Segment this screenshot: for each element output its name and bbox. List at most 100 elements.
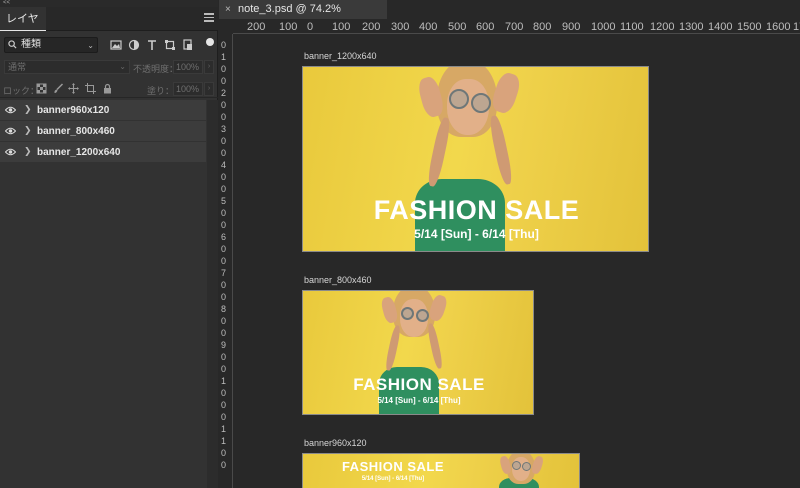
chevron-down-icon: ⌄	[87, 41, 94, 50]
visibility-eye-icon[interactable]	[5, 148, 16, 156]
banner-title[interactable]: FASHION SALE	[303, 459, 483, 474]
blend-row: 通常 ⌄ 不透明度： 100% ›	[0, 58, 218, 76]
ruler-digit: 0	[221, 280, 227, 290]
ruler-digit: 0	[221, 352, 227, 362]
ruler-digit: 0	[221, 184, 227, 194]
image-filter-icon[interactable]	[110, 39, 122, 51]
artboard-label[interactable]: banner_800x460	[304, 275, 372, 285]
ruler-tick: 300	[391, 21, 410, 33]
document-canvas[interactable]: banner_1200x640 FASHION SALE 5/14 [Sun] …	[234, 35, 800, 488]
ruler-tick: 700	[505, 21, 524, 33]
ruler-digit: 0	[221, 244, 227, 254]
layer-list: ❯ banner960x120 ❯ banner_800x460 ❯ banne…	[0, 100, 206, 163]
ruler-digit: 0	[221, 136, 227, 146]
ruler-digit: 0	[221, 64, 227, 74]
ruler-digit: 3	[221, 124, 227, 134]
ruler-digit: 0	[221, 388, 227, 398]
filter-kind-select[interactable]: 種類 ⌄	[4, 37, 98, 53]
adjustment-filter-icon[interactable]	[128, 39, 140, 51]
ruler-tick: 900	[562, 21, 581, 33]
ruler-digit: 1	[221, 436, 227, 446]
ruler-tick: 500	[448, 21, 467, 33]
opacity-dropdown-icon[interactable]: ›	[204, 60, 214, 74]
layers-panel: << レイヤー 種類 ⌄ 通常 ⌄ 不透明度： 100% ›	[0, 0, 218, 488]
ruler-digit: 1	[221, 424, 227, 434]
ruler-digit: 0	[221, 172, 227, 182]
visibility-eye-icon[interactable]	[5, 127, 16, 135]
tab-layers[interactable]: レイヤー	[0, 7, 46, 49]
expand-chevron-icon[interactable]: ❯	[24, 146, 32, 157]
ruler-tick: 1200	[650, 21, 675, 33]
horizontal-ruler[interactable]: 200 100 0 100 200 300 400 500 600 700 80…	[233, 19, 800, 34]
artboard-banner-960x120[interactable]: FASHION SALE 5/14 [Sun] - 6/14 [Thu]	[302, 453, 580, 488]
filter-toggle-icon[interactable]	[206, 38, 214, 46]
fill-label: 塗り：	[147, 86, 175, 96]
layer-name: banner960x120	[37, 105, 110, 116]
banner-dates[interactable]: 5/14 [Sun] - 6/14 [Thu]	[303, 476, 483, 482]
ruler-digit: 0	[221, 76, 227, 86]
vertical-ruler[interactable]: 0 1 0 0 2 0 0 3 0 0 4 0 0 5 0 0 6 0 0 7 0 0 8 0 0 9 0 0 1 0 0 0 1 1 0 0	[219, 34, 233, 488]
ruler-tick: 200	[362, 21, 381, 33]
artboard-banner-1200x640[interactable]: FASHION SALE 5/14 [Sun] - 6/14 [Thu]	[302, 66, 649, 252]
layer-row[interactable]: ❯ banner960x120	[0, 100, 206, 121]
artboard-label[interactable]: banner_1200x640	[304, 51, 377, 61]
ruler-digit: 0	[221, 364, 227, 374]
lock-pixels-brush-icon[interactable]	[53, 83, 64, 94]
ruler-digit: 0	[221, 448, 227, 458]
ruler-digit: 0	[221, 256, 227, 266]
ruler-digit: 0	[221, 292, 227, 302]
banner-title[interactable]: FASHION SALE	[303, 375, 533, 395]
ruler-tick: 0	[307, 21, 314, 33]
fill-input[interactable]: 100%	[173, 82, 203, 96]
fill-dropdown-icon[interactable]: ›	[204, 82, 214, 96]
ruler-digit: 0	[221, 328, 227, 338]
ruler-tick: 1300	[679, 21, 704, 33]
visibility-eye-icon[interactable]	[5, 106, 16, 114]
shape-filter-icon[interactable]	[164, 39, 176, 51]
ruler-digit: 0	[221, 100, 227, 110]
ruler-tick: 1100	[620, 21, 644, 33]
expand-chevron-icon[interactable]: ❯	[24, 104, 32, 115]
ruler-tick: 100	[332, 21, 351, 33]
ruler-digit: 0	[221, 208, 227, 218]
panel-collapse-toggle[interactable]: <<	[0, 0, 218, 7]
chevron-down-icon: ⌄	[119, 62, 126, 71]
lock-position-move-icon[interactable]	[68, 83, 79, 94]
ruler-digit: 0	[221, 412, 227, 422]
artboard-banner-800x460[interactable]: FASHION SALE 5/14 [Sun] - 6/14 [Thu]	[302, 290, 534, 415]
close-icon[interactable]: ×	[225, 0, 231, 19]
banner-dates[interactable]: 5/14 [Sun] - 6/14 [Thu]	[303, 396, 533, 405]
ruler-digit: 7	[221, 268, 227, 278]
layer-name: banner_1200x640	[37, 147, 121, 158]
panel-tabbar: レイヤー	[0, 7, 218, 49]
artboard-label[interactable]: banner960x120	[304, 438, 367, 448]
ruler-origin[interactable]	[219, 19, 233, 34]
banner-title[interactable]: FASHION SALE	[303, 195, 648, 226]
blend-mode-select[interactable]: 通常 ⌄	[4, 60, 130, 74]
ruler-tick: 100	[279, 21, 298, 33]
ruler-digit: 1	[221, 52, 227, 62]
banner-dates[interactable]: 5/14 [Sun] - 6/14 [Thu]	[303, 227, 648, 241]
smart-object-filter-icon[interactable]	[182, 39, 194, 51]
blend-mode-value: 通常	[8, 62, 27, 72]
lock-transparency-icon[interactable]	[36, 83, 47, 94]
ruler-digit: 9	[221, 340, 227, 350]
ruler-tick: 400	[419, 21, 438, 33]
layer-row[interactable]: ❯ banner_1200x640	[0, 142, 206, 163]
opacity-input[interactable]: 100%	[173, 60, 203, 74]
layer-row[interactable]: ❯ banner_800x460	[0, 121, 206, 142]
ruler-digit: 6	[221, 232, 227, 242]
ruler-tick: 1000	[591, 21, 616, 33]
type-filter-icon[interactable]	[146, 39, 158, 51]
document-tab[interactable]: × note_3.psd @ 74.2% (RGB/8#) *	[219, 0, 387, 34]
ruler-tick: 17	[793, 21, 800, 33]
lock-all-icon[interactable]	[102, 83, 113, 94]
panel-scrollbar[interactable]	[207, 100, 218, 488]
photoshop-window: << レイヤー 種類 ⌄ 通常 ⌄ 不透明度： 100% ›	[0, 0, 800, 488]
ruler-tick: 1600	[766, 21, 791, 33]
expand-chevron-icon[interactable]: ❯	[24, 125, 32, 136]
ruler-tick: 200	[247, 21, 266, 33]
ruler-digit: 0	[221, 40, 227, 50]
lock-artboard-icon[interactable]	[85, 83, 96, 94]
panel-menu-icon[interactable]	[204, 13, 214, 23]
